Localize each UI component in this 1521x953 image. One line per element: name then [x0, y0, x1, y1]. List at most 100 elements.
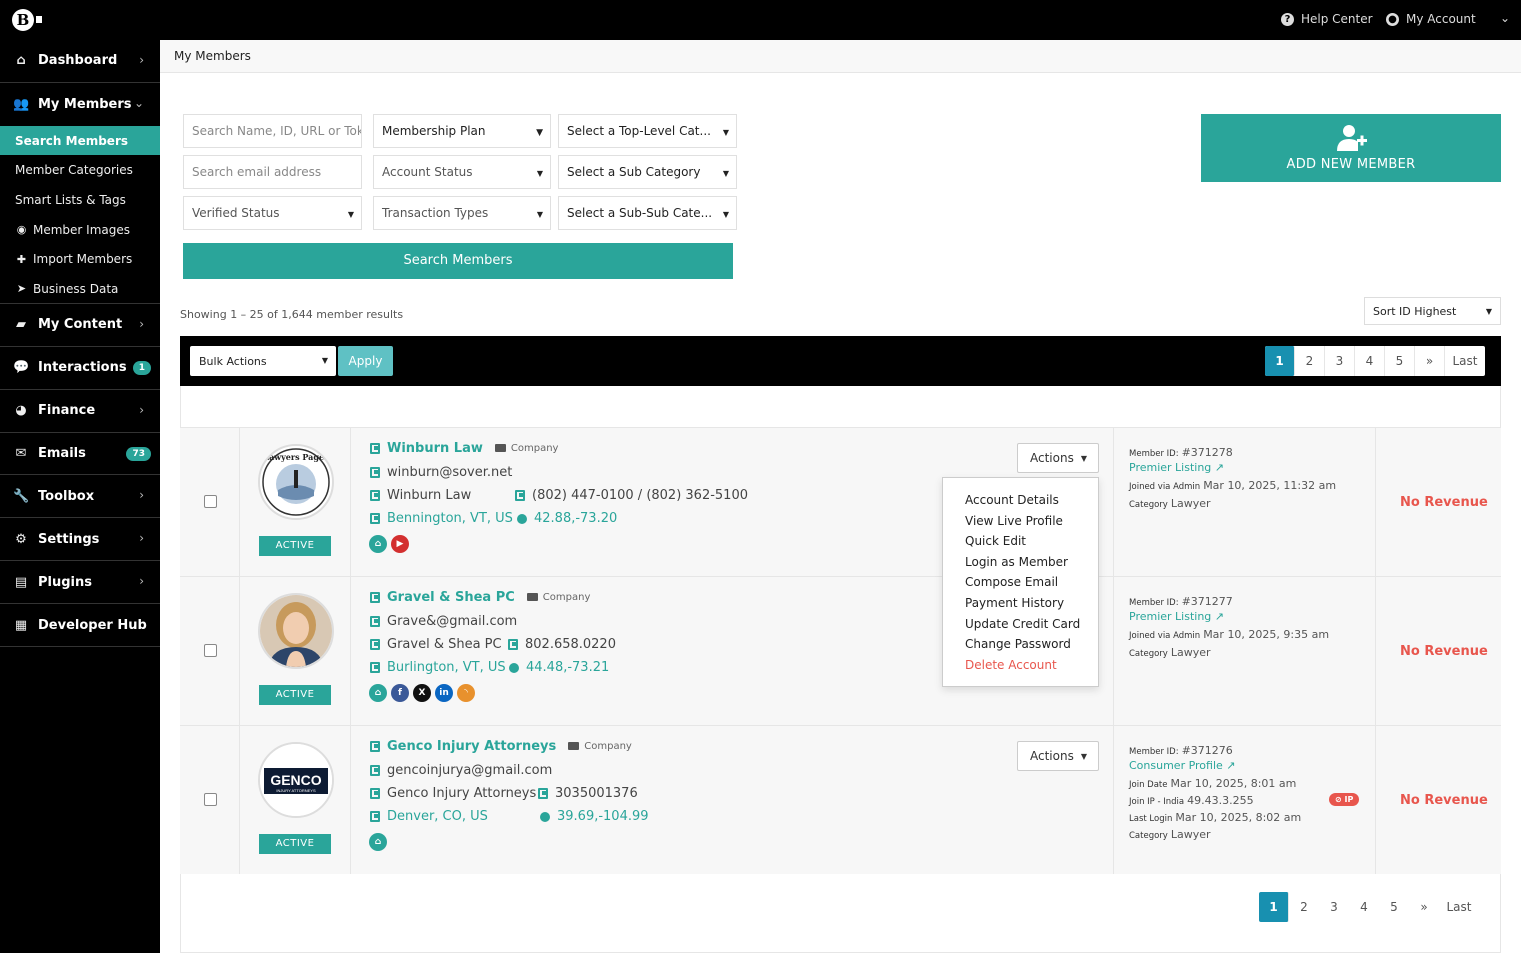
page-4[interactable]: 4 — [1355, 346, 1385, 376]
member-location-link[interactable]: Bennington, VT, US — [370, 511, 513, 526]
sidebar-item-emails[interactable]: ✉ Emails 73 — [0, 433, 160, 476]
sidebar-item-label: Developer Hub — [38, 617, 147, 633]
meta-label: Join IP - India — [1129, 797, 1185, 807]
page-4[interactable]: 4 — [1349, 892, 1379, 922]
sort-select[interactable]: Sort ID Highest ▼ — [1364, 297, 1501, 325]
sidebar-item-my-content[interactable]: ▰ My Content › — [0, 304, 160, 347]
sidebar-item-my-members[interactable]: 👥 My Members ⌄ — [0, 83, 160, 126]
subnav-import-members[interactable]: ✚ Import Members — [0, 245, 160, 275]
member-coords-link[interactable]: 39.69,-104.99 — [540, 809, 649, 824]
sidebar-item-developer-hub[interactable]: ▦ Developer Hub — [0, 604, 160, 648]
email-search-input[interactable]: Search email address — [183, 155, 362, 189]
sub-category-select[interactable]: Select a Sub Category ▼ — [558, 155, 737, 189]
sidebar-item-dashboard[interactable]: ⌂ Dashboard › — [0, 40, 160, 83]
my-account-menu[interactable]: ● My Account — [1386, 12, 1476, 26]
chevron-down-icon[interactable]: ⌄ — [1500, 11, 1510, 25]
member-coords-link[interactable]: 44.48,-73.21 — [509, 660, 609, 675]
row-checkbox[interactable] — [204, 495, 217, 508]
facebook-icon[interactable]: f — [391, 684, 409, 702]
website-icon[interactable]: ⌂ — [369, 535, 387, 553]
member-id: Member ID: #371277 — [1129, 595, 1233, 608]
interactions-badge: 1 — [132, 360, 151, 375]
bulk-actions-select[interactable]: Bulk Actions ▼ — [190, 346, 336, 376]
top-category-select[interactable]: Select a Top-Level Cat... ▼ — [558, 114, 737, 148]
menu-item-payment-history[interactable]: Payment History — [965, 595, 1098, 616]
sidebar-item-toolbox[interactable]: 🔧 Toolbox › — [0, 475, 160, 519]
menu-item-delete-account[interactable]: Delete Account — [965, 657, 1098, 678]
menu-item-view-live-profile[interactable]: View Live Profile — [965, 513, 1098, 534]
sidebar-item-interactions[interactable]: 💬 Interactions 1 — [0, 347, 160, 390]
caret-down-icon: ▼ — [722, 128, 729, 137]
rss-icon[interactable]: ◝ — [457, 684, 475, 702]
menu-item-login-as-member[interactable]: Login as Member — [965, 554, 1098, 575]
page-last[interactable]: Last — [1439, 892, 1479, 922]
verified-status-select[interactable]: Verified Status ▼ — [183, 196, 362, 230]
member-location-link[interactable]: Burlington, VT, US — [370, 660, 506, 675]
subnav-business-data[interactable]: ➤ Business Data — [0, 274, 160, 304]
linkedin-icon[interactable]: in — [435, 684, 453, 702]
page-next[interactable]: » — [1415, 346, 1445, 376]
menu-item-quick-edit[interactable]: Quick Edit — [965, 533, 1098, 554]
page-3[interactable]: 3 — [1325, 346, 1355, 376]
sidebar-item-plugins[interactable]: ▤ Plugins › — [0, 561, 160, 605]
page-last[interactable]: Last — [1445, 346, 1485, 376]
avatar[interactable]: GENCO INJURY ATTORNEYS — [258, 742, 334, 818]
youtube-icon[interactable]: ▶ — [391, 535, 409, 553]
member-coords-link[interactable]: 42.88,-73.20 — [517, 511, 617, 526]
plan-link[interactable]: Premier Listing ↗ — [1129, 461, 1224, 474]
subnav-smart-lists[interactable]: Smart Lists & Tags — [0, 185, 160, 215]
page-5[interactable]: 5 — [1385, 346, 1415, 376]
row-select-cell — [180, 726, 240, 874]
page-2[interactable]: 2 — [1295, 346, 1325, 376]
menu-item-update-credit-card[interactable]: Update Credit Card — [965, 616, 1098, 637]
menu-item-compose-email[interactable]: Compose Email — [965, 574, 1098, 595]
ip-badge[interactable]: ⊘ IP — [1329, 793, 1360, 806]
member-name-link[interactable]: Gravel & Shea PC Company — [370, 590, 590, 605]
caret-down-icon: ▼ — [347, 210, 354, 219]
member-name-link[interactable]: Genco Injury Attorneys Company — [370, 739, 632, 754]
plan-link[interactable]: Consumer Profile ↗ — [1129, 759, 1236, 772]
subnav-member-images[interactable]: ◉ Member Images — [0, 215, 160, 245]
website-icon[interactable]: ⌂ — [369, 684, 387, 702]
page-1[interactable]: 1 — [1265, 346, 1295, 376]
website-icon[interactable]: ⌂ — [369, 833, 387, 851]
joined-info: Joined via Admin Mar 10, 2025, 9:35 am — [1129, 628, 1329, 641]
caret-down-icon: ▼ — [536, 128, 543, 138]
row-checkbox[interactable] — [204, 793, 217, 806]
plan-link[interactable]: Premier Listing ↗ — [1129, 610, 1224, 623]
page-5[interactable]: 5 — [1379, 892, 1409, 922]
transaction-types-select[interactable]: Transaction Types ▼ — [373, 196, 551, 230]
x-twitter-icon[interactable]: X — [413, 684, 431, 702]
account-status-select[interactable]: Account Status ▼ — [373, 155, 551, 189]
member-type: Company — [568, 741, 632, 752]
sidebar-item-label: Finance — [38, 403, 96, 419]
sidebar-item-settings[interactable]: ⚙ Settings › — [0, 518, 160, 562]
menu-item-change-password[interactable]: Change Password — [965, 636, 1098, 657]
row-checkbox[interactable] — [204, 644, 217, 657]
avatar[interactable]: Lawyers Pages — [258, 444, 334, 520]
list-toolbar: Bulk Actions ▼ Apply 1 2 3 4 5 » Last — [180, 336, 1501, 386]
page-next[interactable]: » — [1409, 892, 1439, 922]
add-new-member-button[interactable]: ADD NEW MEMBER — [1201, 114, 1501, 182]
membership-plan-select[interactable]: Membership Plan ▼ — [373, 114, 551, 148]
search-input[interactable]: Search Name, ID, URL or Tok — [183, 114, 362, 148]
subnav-search-members[interactable]: Search Members — [0, 125, 160, 156]
subnav-member-categories[interactable]: Member Categories — [0, 155, 160, 185]
apply-button[interactable]: Apply — [338, 346, 393, 376]
brand-logo[interactable]: B — [12, 9, 34, 31]
page-1[interactable]: 1 — [1259, 892, 1289, 922]
sidebar-item-finance[interactable]: ◕ Finance › — [0, 390, 160, 433]
search-members-button[interactable]: Search Members — [183, 243, 733, 279]
avatar[interactable] — [258, 593, 334, 669]
member-location-link[interactable]: Denver, CO, US — [370, 809, 488, 824]
page-3[interactable]: 3 — [1319, 892, 1349, 922]
member-name-link[interactable]: Winburn Law Company — [370, 441, 558, 456]
page-2[interactable]: 2 — [1289, 892, 1319, 922]
actions-button[interactable]: Actions ▼ — [1017, 443, 1099, 473]
actions-button[interactable]: Actions ▼ — [1017, 741, 1099, 771]
social-links: ⌂ ▶ — [369, 535, 409, 553]
social-links: ⌂ — [369, 833, 387, 851]
menu-item-account-details[interactable]: Account Details — [965, 492, 1098, 513]
help-center-link[interactable]: ? Help Center — [1281, 12, 1373, 26]
sub-sub-category-select[interactable]: Select a Sub-Sub Cate... ▼ — [558, 196, 737, 230]
